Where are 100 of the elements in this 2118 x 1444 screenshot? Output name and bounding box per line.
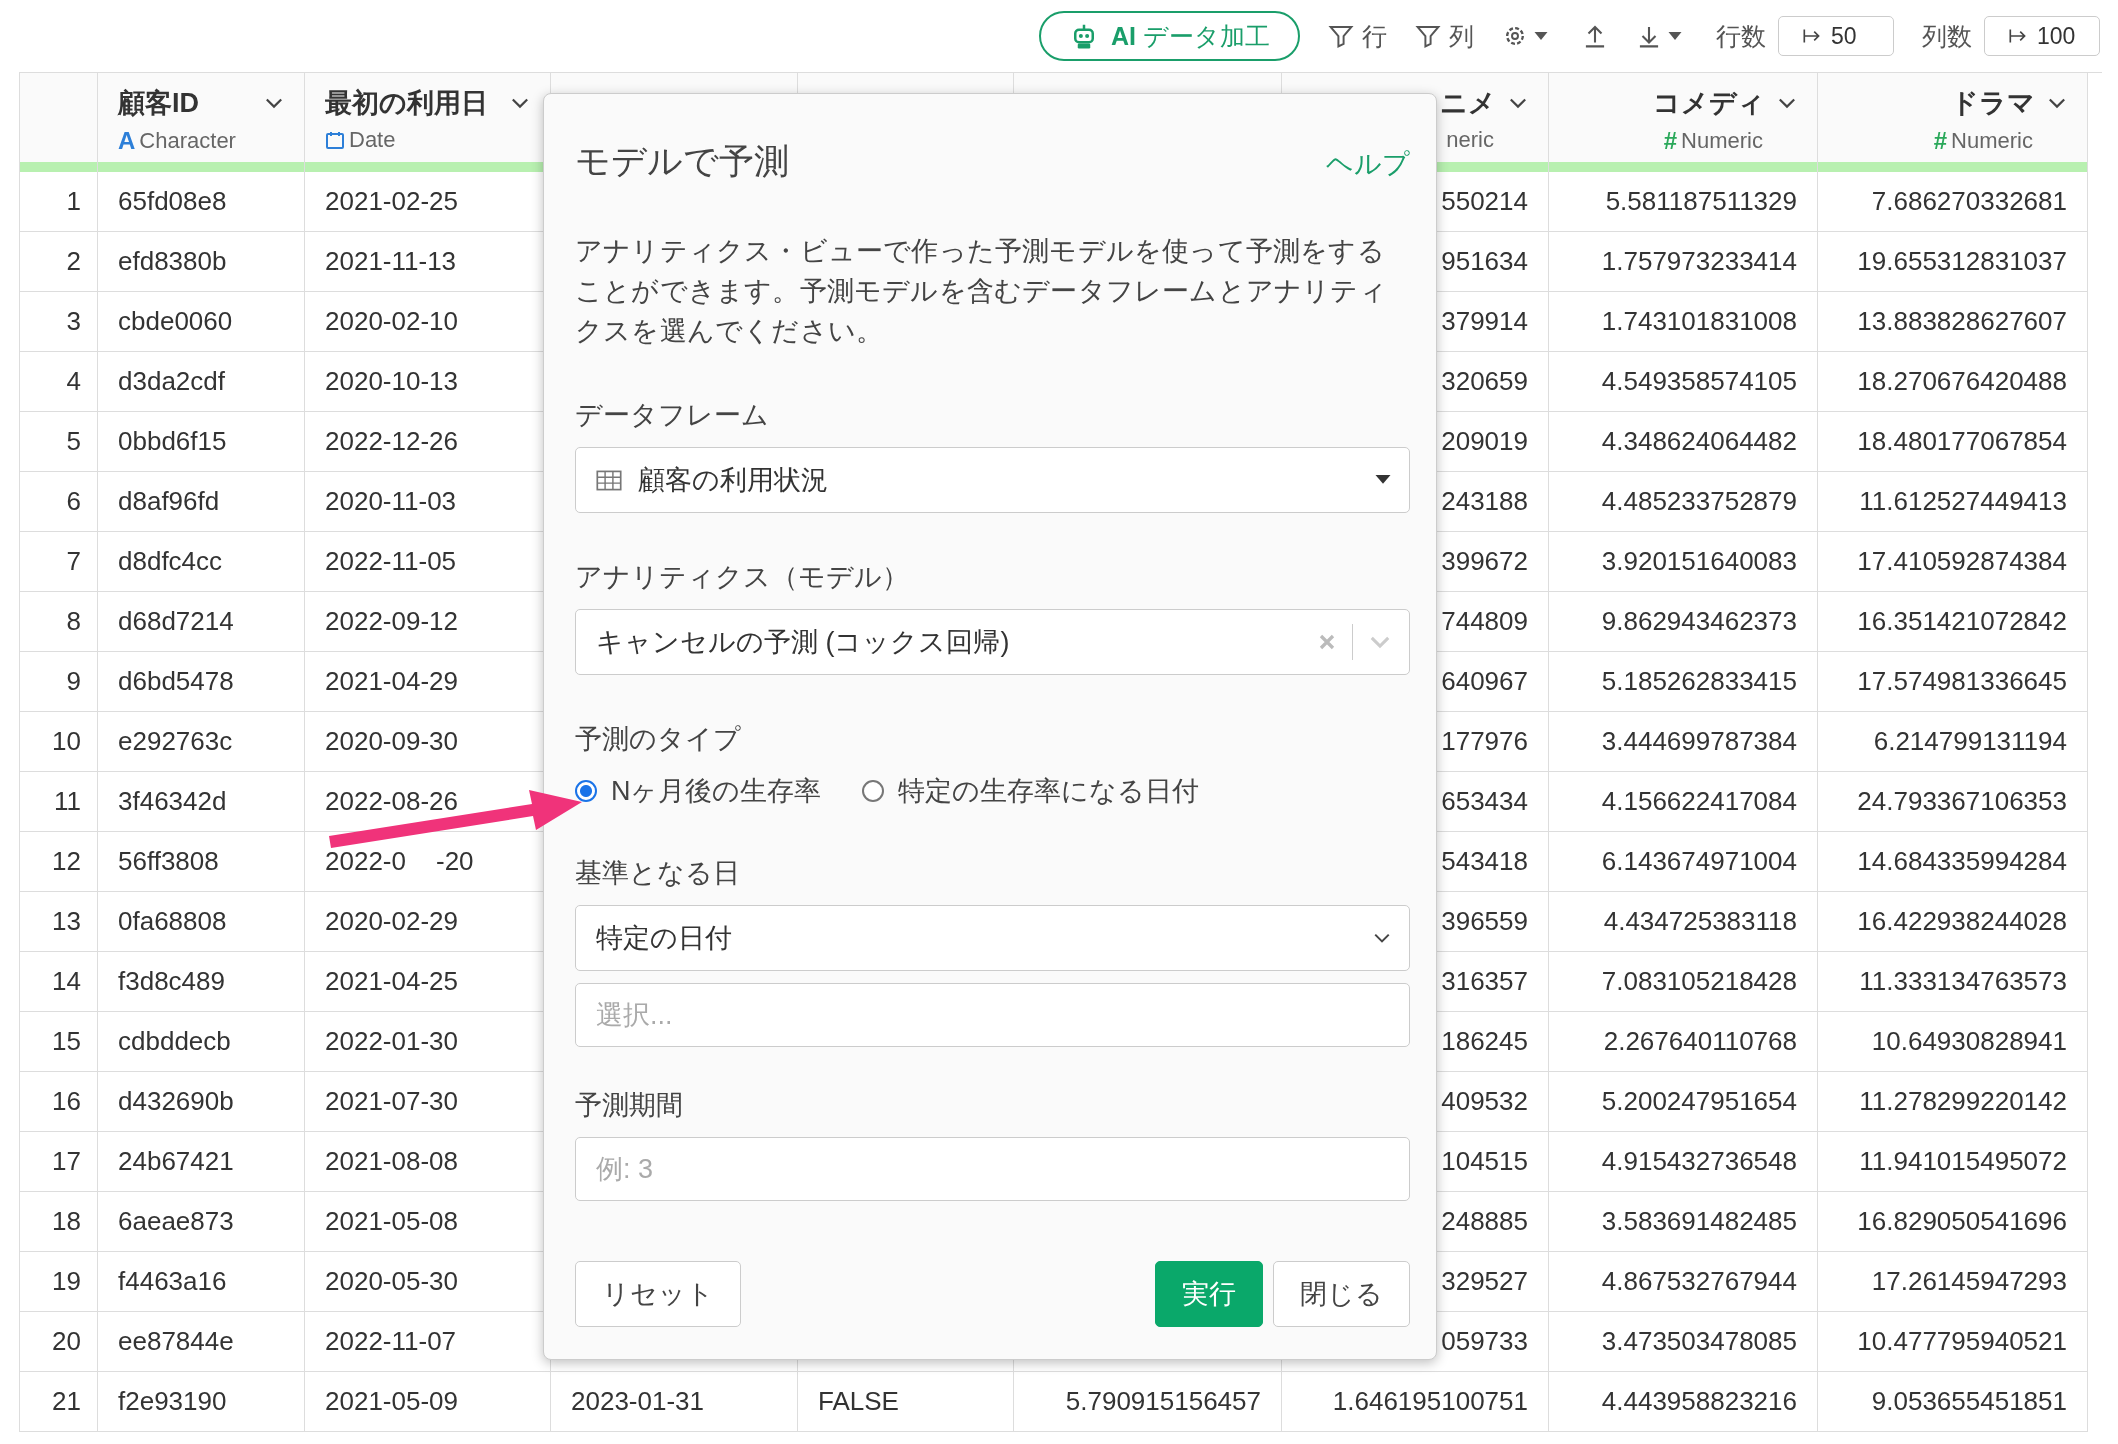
table-cell: 3.920151640083 (1549, 532, 1818, 592)
table-cell: 6aeae873 (98, 1192, 305, 1252)
table-cell: 10.477795940521 (1818, 1312, 2088, 1372)
column-header[interactable]: ドラマ (1951, 85, 2035, 121)
period-input-field[interactable]: 例: 3 (575, 1137, 1410, 1201)
column-filter-button[interactable]: 列 (1415, 19, 1474, 53)
column-type: Numeric (1951, 128, 2033, 154)
table-cell: 18.270676420488 (1818, 352, 2088, 412)
chevron-down-icon[interactable] (264, 97, 284, 109)
chevron-down-icon[interactable] (2047, 97, 2067, 109)
table-cell: 56ff3808 (98, 832, 305, 892)
table-cell: 2023-01-31 (551, 1372, 798, 1432)
table-cell: d68d7214 (98, 592, 305, 652)
table-cell: 10.64930828941 (1818, 1012, 2088, 1072)
table-cell: 14.684335994284 (1818, 832, 2088, 892)
type-icon: # (1663, 127, 1678, 155)
reset-button[interactable]: リセット (575, 1261, 741, 1327)
row-count-label: 行数 (1716, 20, 1766, 52)
table-cell: 3.444699787384 (1549, 712, 1818, 772)
row-number: 1 (20, 172, 98, 232)
column-count-field[interactable]: 100 (1984, 16, 2100, 56)
table-cell: 19.655312831037 (1818, 232, 2088, 292)
column-header[interactable]: 最初の利用日 (325, 85, 488, 121)
radio-option[interactable]: Nヶ月後の生存率 (575, 773, 822, 809)
radio-option[interactable]: 特定の生存率になる日付 (861, 773, 1199, 809)
type-icon: # (1933, 127, 1948, 155)
column-header[interactable]: コメディ (1653, 85, 1765, 121)
table-cell: 11.278299220142 (1818, 1072, 2088, 1132)
field-label: 予測のタイプ (575, 723, 742, 756)
filter-icon (1328, 23, 1354, 49)
table-cell: e292763c (98, 712, 305, 772)
table-cell: 11.612527449413 (1818, 472, 2088, 532)
close-button[interactable]: 閉じる (1273, 1261, 1410, 1327)
row-number: 14 (20, 952, 98, 1012)
row-filter-button[interactable]: 行 (1328, 19, 1387, 53)
table-cell: d8af96fd (98, 472, 305, 532)
row-number: 19 (20, 1252, 98, 1312)
column-type: Numeric (1681, 128, 1763, 154)
table-cell: 65fd08e8 (98, 172, 305, 232)
type-icon: A (118, 127, 136, 155)
column-count-label: 列数 (1922, 20, 1972, 52)
table-cell: 4.156622417084 (1549, 772, 1818, 832)
table-cell: 17.574981336645 (1818, 652, 2088, 712)
table-cell: 16.422938244028 (1818, 892, 2088, 952)
column-header[interactable]: ニメ (1440, 85, 1496, 121)
chevron-down-icon[interactable] (510, 97, 530, 109)
row-count-field[interactable]: 50 (1778, 16, 1894, 56)
table-cell: 1.646195100751 (1282, 1372, 1549, 1432)
table-cell-text: -20 (435, 846, 474, 877)
row-number: 17 (20, 1132, 98, 1192)
table-cell: 16.351421072842 (1818, 592, 2088, 652)
row-number: 7 (20, 532, 98, 592)
column-type: Date (349, 127, 396, 153)
row-number: 8 (20, 592, 98, 652)
column-header[interactable]: 顧客ID (118, 85, 199, 121)
row-number: 13 (20, 892, 98, 952)
row-number: 12 (20, 832, 98, 892)
table-cell: FALSE (798, 1372, 1014, 1432)
table-cell: efd8380b (98, 232, 305, 292)
table-cell: d6bd5478 (98, 652, 305, 712)
table-cell: d8dfc4cc (98, 532, 305, 592)
table-icon (596, 469, 622, 491)
table-cell: 0bbd6f15 (98, 412, 305, 472)
chevron-down-icon[interactable] (1777, 97, 1797, 109)
table-cell: 17.410592874384 (1818, 532, 2088, 592)
column-type: neric (1446, 127, 1494, 153)
table-cell: 16.829050541696 (1818, 1192, 2088, 1252)
table-cell: 3.583691482485 (1549, 1192, 1818, 1252)
table-cell: 0fa68808 (98, 892, 305, 952)
table-cell: 5.790915156457 (1014, 1372, 1282, 1432)
calendar-icon (325, 130, 345, 150)
dataframe-select[interactable]: 顧客の利用状況 (575, 447, 1410, 513)
table-cell: 3.473503478085 (1549, 1312, 1818, 1372)
table-cell: f2e93190 (98, 1372, 305, 1432)
table-cell: 5.581187511329 (1549, 172, 1818, 232)
row-number: 9 (20, 652, 98, 712)
table-cell: d432690b (98, 1072, 305, 1132)
base-date-select[interactable]: 特定の日付 (575, 905, 1410, 971)
field-label: 基準となる日 (575, 857, 741, 890)
row-number: 10 (20, 712, 98, 772)
row-number: 11 (20, 772, 98, 832)
row-number: 18 (20, 1192, 98, 1252)
table-cell: 9.862943462373 (1549, 592, 1818, 652)
table-cell: cdbddecb (98, 1012, 305, 1072)
dialog-title: モデルで予測 (575, 140, 789, 182)
field-label: アナリティクス（モデル） (575, 561, 910, 594)
table-cell: 4.485233752879 (1549, 472, 1818, 532)
table-cell: 5.200247951654 (1549, 1072, 1818, 1132)
table-cell: 6.143674971004 (1549, 832, 1818, 892)
chevron-down-icon[interactable] (1508, 97, 1528, 109)
date-input-field[interactable]: 選択... (575, 983, 1410, 1047)
table-cell: 3f46342d (98, 772, 305, 832)
table-cell: 18.480177067854 (1818, 412, 2088, 472)
table-cell: 7.083105218428 (1549, 952, 1818, 1012)
table-cell: cbde0060 (98, 292, 305, 352)
field-label: データフレーム (575, 399, 770, 432)
chevron-down-icon (1373, 932, 1391, 944)
filter-icon (1415, 23, 1441, 49)
table-cell: 4.549358574105 (1549, 352, 1818, 412)
row-number: 16 (20, 1072, 98, 1132)
